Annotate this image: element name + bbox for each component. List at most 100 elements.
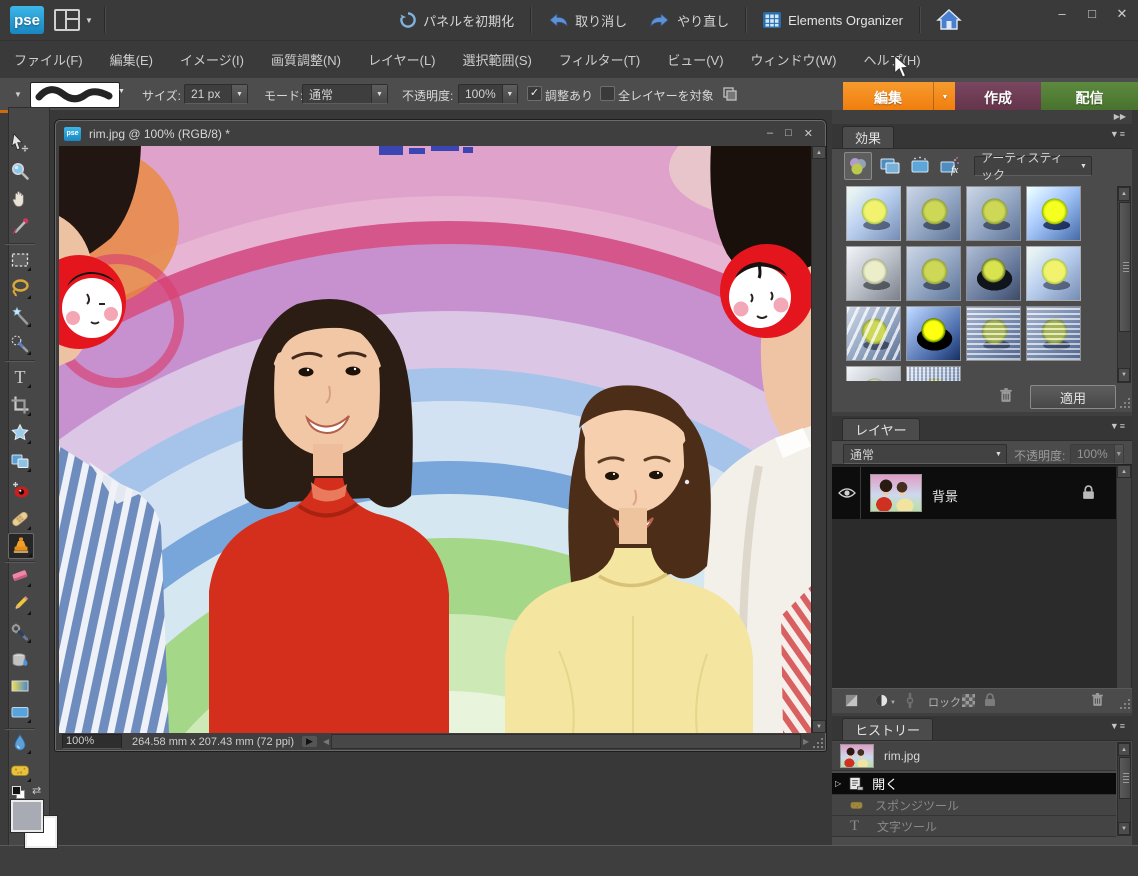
brush-picker-arrow-icon[interactable]: ▼: [118, 88, 125, 95]
crop-tool[interactable]: [8, 393, 32, 417]
menu-layer[interactable]: レイヤー(L): [368, 50, 436, 69]
menu-filter[interactable]: フィルター(T): [559, 50, 640, 69]
home-button[interactable]: [930, 4, 968, 36]
tab-effects[interactable]: 効果: [842, 126, 895, 148]
all-layers-checkbox[interactable]: [600, 86, 615, 101]
document-title-bar[interactable]: pse rim.jpg @ 100% (RGB/8) * – □ ✕: [56, 121, 825, 146]
collapse-bin-icon[interactable]: ▶▶: [1114, 112, 1126, 121]
effect-thumbnail[interactable]: [906, 246, 961, 301]
scroll-down-icon[interactable]: ▼: [1118, 368, 1130, 382]
status-popup-icon[interactable]: ▶: [302, 736, 317, 747]
menu-enhance[interactable]: 画質調整(N): [271, 50, 341, 69]
menu-image[interactable]: イメージ(I): [180, 50, 244, 69]
panel-menu-icon[interactable]: ▼≡: [1110, 129, 1126, 139]
layer-thumbnail[interactable]: [870, 474, 922, 512]
aligned-checkbox[interactable]: ✓: [527, 86, 542, 101]
lock-transparency-icon[interactable]: [962, 694, 975, 707]
red-eye-removal-tool[interactable]: [8, 478, 32, 502]
doc-maximize-button[interactable]: □: [785, 127, 792, 140]
zoom-tool[interactable]: [8, 159, 32, 183]
history-scrollbar[interactable]: ▲ ▼: [1117, 742, 1131, 836]
redo-button[interactable]: やり直し: [643, 7, 735, 34]
scroll-down-icon[interactable]: ▼: [812, 720, 826, 733]
effects-scrollbar[interactable]: ▲ ▼: [1117, 186, 1131, 383]
mode-dropdown[interactable]: 通常 ▼: [302, 84, 388, 104]
doc-close-button[interactable]: ✕: [804, 127, 813, 140]
effect-thumbnail[interactable]: [906, 366, 961, 381]
new-layer-icon[interactable]: [844, 693, 859, 708]
canvas[interactable]: [0, 118, 1138, 876]
zoom-level-field[interactable]: 100%: [62, 734, 122, 749]
lock-all-icon[interactable]: [984, 693, 996, 707]
rect-marquee-tool[interactable]: [8, 248, 32, 272]
scroll-right-icon[interactable]: ▶: [803, 737, 809, 746]
effects-category-dropdown[interactable]: アーティスティック ▼: [974, 151, 1092, 182]
edit-mode-button[interactable]: 編集: [843, 82, 933, 113]
all-effects-button[interactable]: fx: [936, 152, 964, 180]
move-tool[interactable]: [8, 131, 32, 155]
scroll-up-icon[interactable]: ▲: [1117, 465, 1131, 478]
effect-thumbnail[interactable]: [966, 246, 1021, 301]
elements-organizer-button[interactable]: Elements Organizer: [756, 7, 909, 33]
filters-category-button[interactable]: [844, 152, 872, 180]
canvas-horizontal-scrollbar[interactable]: [331, 734, 801, 749]
canvas-vertical-scrollbar[interactable]: ▲ ▼: [811, 146, 826, 733]
undo-button[interactable]: 取り消し: [541, 7, 633, 34]
lasso-tool[interactable]: [8, 276, 32, 300]
eraser-tool[interactable]: [8, 564, 32, 588]
menu-edit[interactable]: 編集(E): [110, 50, 153, 69]
layer-visibility-toggle[interactable]: [834, 467, 861, 519]
layer-styles-category-button[interactable]: [876, 152, 904, 180]
create-mode-button[interactable]: 作成: [955, 82, 1041, 113]
menu-window[interactable]: ウィンドウ(W): [751, 50, 837, 69]
link-layers-icon[interactable]: [904, 692, 916, 709]
edit-mode-dropdown-arrow[interactable]: ▼: [933, 82, 956, 113]
window-resize-grip[interactable]: [811, 735, 823, 748]
smart-brush-tool[interactable]: [8, 620, 32, 644]
swap-colors-icon[interactable]: ⇄: [32, 784, 41, 797]
effect-thumbnail[interactable]: [966, 306, 1021, 361]
effect-thumbnail[interactable]: [906, 186, 961, 241]
menu-view[interactable]: ビュー(V): [667, 50, 723, 69]
recompose-tool[interactable]: [8, 449, 32, 473]
effect-thumbnail[interactable]: [846, 366, 901, 381]
effect-thumbnail[interactable]: [1026, 186, 1081, 241]
effect-thumbnail[interactable]: [846, 306, 901, 361]
magic-wand-tool[interactable]: [8, 304, 32, 328]
scrollbar-thumb[interactable]: [1119, 757, 1131, 799]
menu-select[interactable]: 選択範囲(S): [463, 50, 532, 69]
blend-mode-dropdown[interactable]: 通常 ▼: [843, 444, 1007, 464]
arrange-layout-button[interactable]: ▼: [54, 8, 96, 32]
hand-tool[interactable]: [8, 187, 32, 211]
maximize-button[interactable]: □: [1084, 6, 1100, 21]
gradient-tool[interactable]: [8, 674, 32, 698]
scroll-left-icon[interactable]: ◀: [323, 737, 329, 746]
panel-resize-grip[interactable]: [1118, 396, 1130, 408]
close-button[interactable]: ✕: [1114, 6, 1130, 22]
tab-history[interactable]: ヒストリー: [842, 718, 934, 740]
scroll-up-icon[interactable]: ▲: [812, 146, 826, 159]
foreground-color-swatch[interactable]: [10, 799, 44, 833]
apply-button[interactable]: 適用: [1030, 385, 1116, 409]
paint-bucket-tool[interactable]: [8, 648, 32, 672]
clone-stamp-tool[interactable]: [8, 533, 34, 559]
share-mode-button[interactable]: 配信: [1041, 82, 1138, 113]
trash-icon[interactable]: [1090, 692, 1105, 707]
default-colors-icon[interactable]: [12, 786, 25, 799]
history-step-open[interactable]: ▷ 開く: [832, 773, 1116, 795]
tool-options-flyout-icon[interactable]: ▼: [14, 90, 22, 99]
spot-healing-brush-tool[interactable]: [8, 507, 32, 531]
sponge-tool[interactable]: [8, 759, 32, 783]
adjustment-layer-icon[interactable]: [874, 693, 889, 708]
scrollbar-thumb[interactable]: [1119, 202, 1131, 332]
effect-thumbnail[interactable]: [1026, 306, 1081, 361]
type-tool[interactable]: T: [8, 365, 32, 389]
history-step-sponge[interactable]: スポンジツール: [832, 795, 1116, 816]
scroll-down-icon[interactable]: ▼: [1118, 822, 1130, 835]
eyedropper-tool[interactable]: [8, 215, 32, 239]
blur-tool[interactable]: [8, 731, 32, 755]
selection-brush-tool[interactable]: [8, 332, 32, 356]
menu-file[interactable]: ファイル(F): [14, 50, 83, 69]
effect-thumbnail[interactable]: [846, 246, 901, 301]
history-step-type[interactable]: T 文字ツール: [832, 816, 1116, 837]
